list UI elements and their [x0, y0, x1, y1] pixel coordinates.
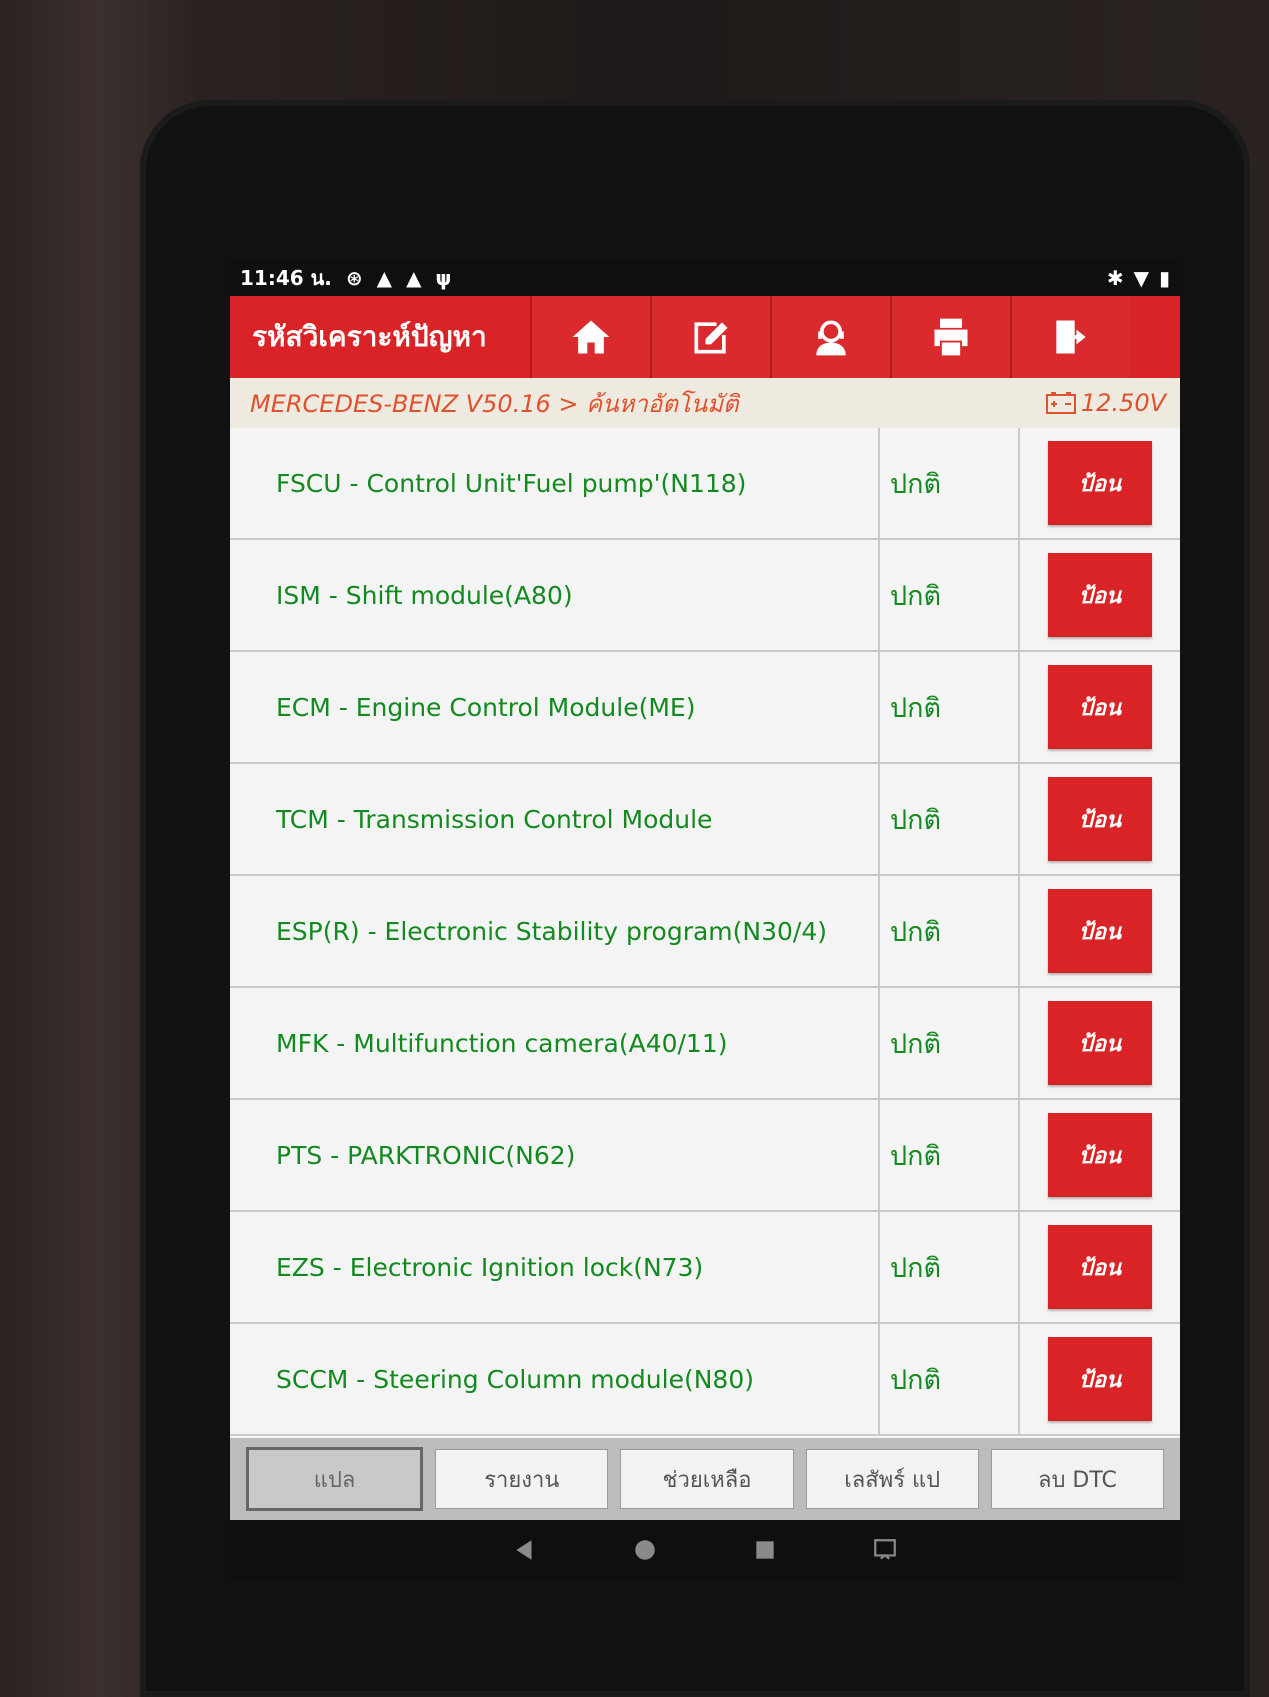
- enter-module-button[interactable]: ป้อน: [1048, 1225, 1152, 1309]
- status-time: 11:46 น.: [240, 266, 332, 290]
- table-row: FSCU - Control Unit'Fuel pump'(N118) ปกติ…: [230, 428, 1180, 540]
- table-row: ISM - Shift module(A80) ปกติ ป้อน: [230, 540, 1180, 652]
- freeze-frame-button[interactable]: เลสัพร์ แป: [805, 1449, 979, 1509]
- bluetooth-icon: ✱: [1106, 266, 1124, 290]
- table-row: MFK - Multifunction camera(A40/11) ปกติ ป้…: [230, 988, 1180, 1100]
- row-action-cell: ป้อน: [1020, 988, 1180, 1098]
- row-action-cell: ป้อน: [1020, 652, 1180, 762]
- module-status: ปกติ: [880, 652, 1020, 762]
- settings-icon: ⊛: [345, 266, 363, 290]
- table-row: PTS - PARKTRONIC(N62) ปกติ ป้อน: [230, 1100, 1180, 1212]
- enter-module-button[interactable]: ป้อน: [1048, 1337, 1152, 1421]
- tablet-screen: 11:46 น. ⊛ ▲ ▲ ψ ✱ ▼ ▮ รหัสวิเคราะห์ปัญห…: [230, 260, 1180, 1580]
- breadcrumb: MERCEDES-BENZ V50.16 > ค้นหาอัตโนมัติ 12…: [230, 378, 1180, 428]
- module-status: ปกติ: [880, 764, 1020, 874]
- module-name: ESP(R) - Electronic Stability program(N3…: [230, 876, 880, 986]
- module-name: TCM - Transmission Control Module: [230, 764, 880, 874]
- print-icon: [934, 318, 968, 356]
- clear-dtc-button[interactable]: ลบ DTC: [990, 1449, 1165, 1509]
- module-status: ปกติ: [880, 428, 1020, 538]
- row-action-cell: ป้อน: [1020, 876, 1180, 986]
- enter-module-button[interactable]: ป้อน: [1048, 665, 1152, 749]
- report-button[interactable]: รายงาน: [435, 1449, 609, 1509]
- module-name: EZS - Electronic Ignition lock(N73): [230, 1212, 880, 1322]
- support-button[interactable]: [770, 296, 890, 378]
- voltage-value: 12.50V: [1080, 389, 1166, 417]
- print-button[interactable]: [890, 296, 1010, 378]
- home-button[interactable]: [530, 296, 650, 378]
- row-action-cell: ป้อน: [1020, 764, 1180, 874]
- voltage-readout: 12.50V: [1045, 389, 1166, 417]
- module-status: ปกติ: [880, 988, 1020, 1098]
- module-name: PTS - PARKTRONIC(N62): [230, 1100, 880, 1210]
- module-name: FSCU - Control Unit'Fuel pump'(N118): [230, 428, 880, 538]
- module-list: FSCU - Control Unit'Fuel pump'(N118) ปกติ…: [230, 428, 1180, 1438]
- module-status: ปกติ: [880, 1324, 1020, 1434]
- usb-icon: ψ: [435, 266, 452, 290]
- screenshot-icon: [874, 1539, 896, 1560]
- exit-button[interactable]: [1010, 296, 1130, 378]
- enter-module-button[interactable]: ป้อน: [1048, 889, 1152, 973]
- back-button[interactable]: [510, 1535, 540, 1565]
- module-name: ECM - Engine Control Module(ME): [230, 652, 880, 762]
- warning-icon: ▲: [376, 266, 393, 290]
- translate-button[interactable]: แปล: [246, 1447, 424, 1511]
- module-name: ISM - Shift module(A80): [230, 540, 880, 650]
- enter-module-button[interactable]: ป้อน: [1048, 1001, 1152, 1085]
- support-icon: [816, 320, 846, 356]
- row-action-cell: ป้อน: [1020, 1100, 1180, 1210]
- module-status: ปกติ: [880, 1100, 1020, 1210]
- edit-icon: [694, 322, 728, 354]
- app-header: รหัสวิเคราะห์ปัญหา: [230, 296, 1180, 378]
- module-status: ปกติ: [880, 1212, 1020, 1322]
- screenshot-button[interactable]: [870, 1535, 900, 1565]
- bottom-toolbar: แปล รายงาน ช่วยเหลือ เลสัพร์ แป ลบ DTC: [230, 1438, 1180, 1520]
- enter-module-button[interactable]: ป้อน: [1048, 441, 1152, 525]
- module-status: ปกติ: [880, 876, 1020, 986]
- enter-module-button[interactable]: ป้อน: [1048, 1113, 1152, 1197]
- home-nav-button[interactable]: [630, 1535, 660, 1565]
- back-icon: [516, 1540, 532, 1560]
- enter-module-button[interactable]: ป้อน: [1048, 553, 1152, 637]
- battery-icon: ▮: [1158, 266, 1170, 290]
- warning-icon: ▲: [406, 266, 422, 290]
- wifi-icon: ▼: [1133, 266, 1149, 290]
- square-icon: [756, 1541, 774, 1559]
- table-row: SCCM - Steering Column module(N80) ปกติ ป้…: [230, 1324, 1180, 1436]
- page-title: รหัสวิเคราะห์ปัญหา: [252, 320, 487, 353]
- battery-voltage-icon: [1045, 392, 1076, 414]
- table-row: ECM - Engine Control Module(ME) ปกติ ป้อน: [230, 652, 1180, 764]
- help-button[interactable]: ช่วยเหลือ: [620, 1449, 794, 1509]
- home-icon: [572, 320, 610, 354]
- table-row: EZS - Electronic Ignition lock(N73) ปกติ ป…: [230, 1212, 1180, 1324]
- row-action-cell: ป้อน: [1020, 1324, 1180, 1434]
- table-row: ESP(R) - Electronic Stability program(N3…: [230, 876, 1180, 988]
- recents-button[interactable]: [750, 1535, 780, 1565]
- row-action-cell: ป้อน: [1020, 540, 1180, 650]
- enter-module-button[interactable]: ป้อน: [1048, 777, 1152, 861]
- circle-icon: [635, 1540, 655, 1560]
- module-name: MFK - Multifunction camera(A40/11): [230, 988, 880, 1098]
- status-bar: 11:46 น. ⊛ ▲ ▲ ψ ✱ ▼ ▮: [230, 260, 1180, 296]
- module-name: SCCM - Steering Column module(N80): [230, 1324, 880, 1434]
- table-row: TCM - Transmission Control Module ปกติ ป้อ…: [230, 764, 1180, 876]
- module-status: ปกติ: [880, 540, 1020, 650]
- edit-button[interactable]: [650, 296, 770, 378]
- row-action-cell: ป้อน: [1020, 428, 1180, 538]
- android-nav-bar: [230, 1520, 1180, 1580]
- breadcrumb-path: MERCEDES-BENZ V50.16 > ค้นหาอัตโนมัติ: [250, 389, 739, 418]
- row-action-cell: ป้อน: [1020, 1212, 1180, 1322]
- exit-icon: [1056, 320, 1086, 354]
